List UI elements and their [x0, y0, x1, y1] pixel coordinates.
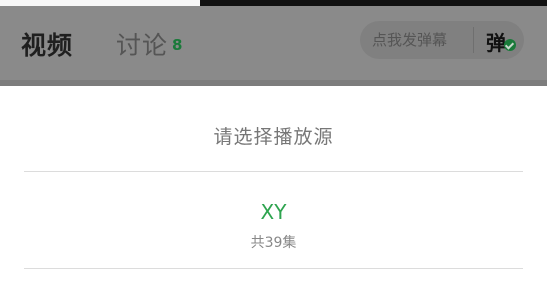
danmaku-input[interactable]: [360, 21, 474, 59]
danmaku-toggle-label: 弹: [486, 31, 506, 55]
header-bar: 视频 讨论 8 弹: [0, 6, 547, 80]
danmaku-divider: [473, 27, 474, 53]
tab-video[interactable]: 视频: [21, 26, 73, 62]
episode-count: 共39集: [250, 235, 297, 251]
discussion-count-badge: 8: [172, 36, 183, 54]
source-select-sheet: 请选择播放源 XY 共39集: [0, 86, 547, 298]
check-circle-icon: [504, 39, 516, 51]
danmaku-toggle-button[interactable]: 弹: [482, 25, 520, 55]
source-option-partial[interactable]: [24, 269, 523, 298]
tab-discussion[interactable]: 讨论: [116, 26, 168, 62]
sheet-title: 请选择播放源: [213, 126, 334, 148]
source-name: XY: [260, 200, 287, 224]
source-option-xy[interactable]: XY 共39集: [24, 172, 523, 268]
danmaku-bar: 弹: [360, 21, 524, 59]
